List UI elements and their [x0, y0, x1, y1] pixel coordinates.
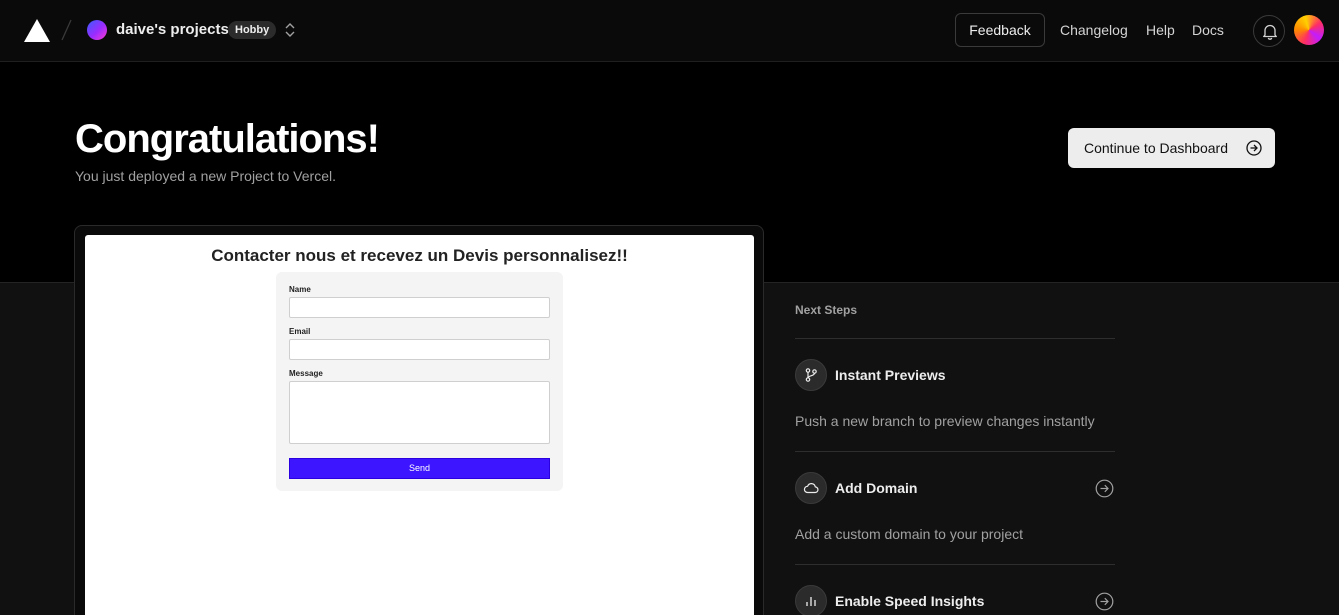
next-steps-heading: Next Steps	[795, 303, 858, 317]
chevron-up-down-icon[interactable]	[283, 21, 297, 39]
instant-previews-icon-badge	[795, 359, 827, 391]
instant-previews-title[interactable]: Instant Previews	[835, 367, 946, 383]
user-avatar[interactable]	[1294, 15, 1324, 45]
preview-contact-form: Name Email Message Send	[276, 272, 563, 491]
top-navigation: daive's projects Hobby Feedback Changelo…	[0, 0, 1339, 62]
preview-email-label: Email	[289, 327, 311, 336]
feedback-button[interactable]: Feedback	[955, 13, 1045, 47]
preview-name-input	[289, 297, 550, 318]
page-subtitle: You just deployed a new Project to Verce…	[75, 168, 336, 184]
divider	[795, 338, 1115, 339]
cloud-icon	[803, 483, 819, 494]
page-title: Congratulations!	[75, 117, 380, 161]
deployment-preview-card[interactable]: Contacter nous et recevez un Devis perso…	[74, 225, 764, 615]
preview-email-input	[289, 339, 550, 360]
git-branch-icon	[805, 368, 817, 382]
continue-to-dashboard-button[interactable]: Continue to Dashboard	[1068, 128, 1275, 168]
notifications-button[interactable]	[1253, 15, 1285, 47]
docs-link[interactable]: Docs	[1192, 22, 1224, 38]
enable-speed-insights-title[interactable]: Enable Speed Insights	[835, 593, 984, 609]
team-name[interactable]: daive's projects	[116, 21, 229, 38]
divider	[795, 564, 1115, 565]
preview-message-label: Message	[289, 369, 323, 378]
preview-name-label: Name	[289, 285, 311, 294]
breadcrumb-separator-icon	[61, 19, 72, 41]
preview-heading: Contacter nous et recevez un Devis perso…	[211, 246, 628, 265]
instant-previews-description: Push a new branch to preview changes ins…	[795, 413, 1095, 429]
bell-icon	[1263, 24, 1277, 40]
continue-button-label: Continue to Dashboard	[1084, 140, 1228, 156]
plan-badge: Hobby	[228, 21, 277, 39]
preview-message-textarea	[289, 381, 550, 444]
changelog-link[interactable]: Changelog	[1060, 22, 1128, 38]
add-domain-description: Add a custom domain to your project	[795, 526, 1024, 542]
preview-send-button: Send	[289, 458, 550, 479]
deployment-preview-screenshot[interactable]: Contacter nous et recevez un Devis perso…	[85, 235, 754, 615]
arrow-right-circle-icon[interactable]	[1095, 479, 1114, 498]
team-avatar[interactable]	[87, 20, 107, 40]
divider	[795, 451, 1115, 452]
arrow-right-circle-icon	[1246, 140, 1262, 156]
speed-insights-icon-badge	[795, 585, 827, 615]
bar-chart-icon	[806, 597, 816, 606]
arrow-right-circle-icon[interactable]	[1095, 592, 1114, 611]
add-domain-title[interactable]: Add Domain	[835, 480, 917, 496]
vercel-logo-icon[interactable]	[24, 19, 50, 42]
add-domain-icon-badge	[795, 472, 827, 504]
help-link[interactable]: Help	[1146, 22, 1175, 38]
